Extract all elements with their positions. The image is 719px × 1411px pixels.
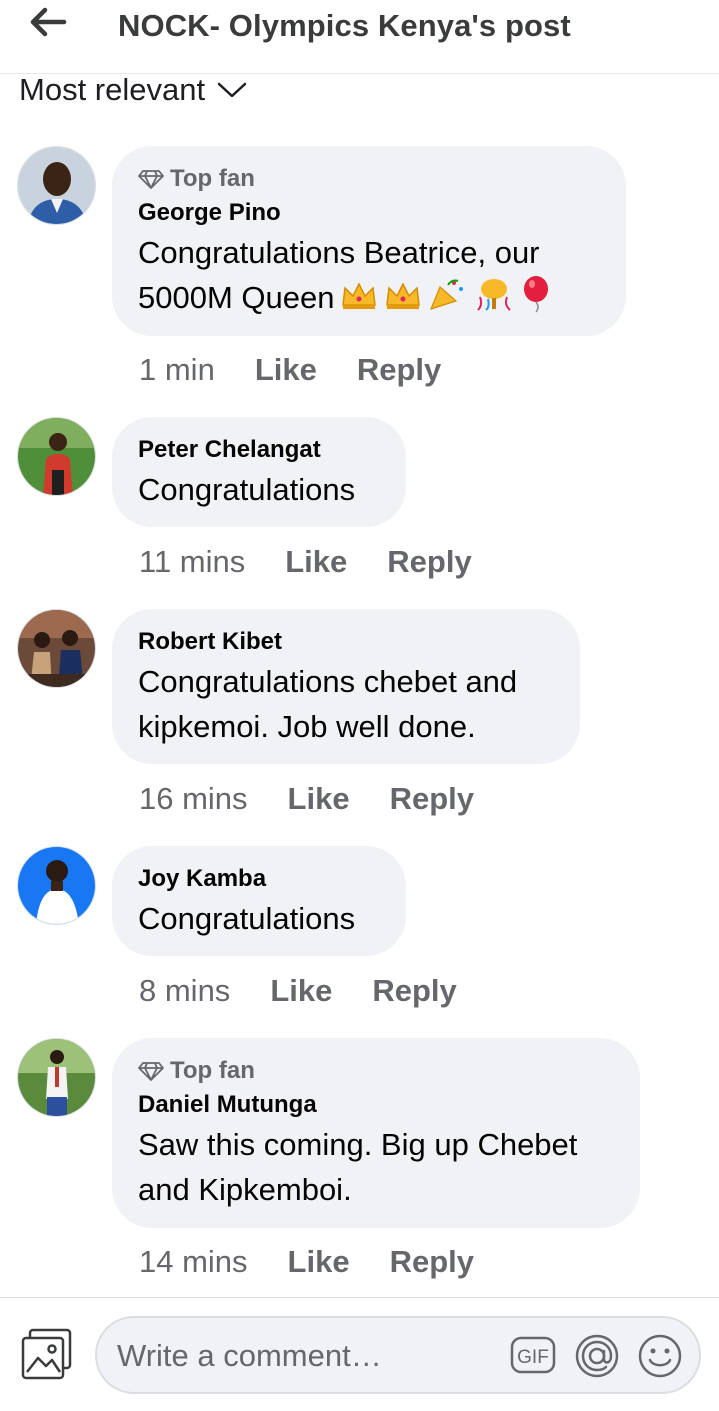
emoji-icon <box>638 1334 682 1378</box>
comment-bubble[interactable]: Robert Kibet Congratulations chebet and … <box>112 609 580 764</box>
comment-bubble[interactable]: Top fan Daniel Mutunga Saw this coming. … <box>112 1038 640 1228</box>
comment-text-line-2: 5000M Queen <box>138 275 600 325</box>
avatar[interactable] <box>17 1038 96 1117</box>
comment-time: 1 min <box>139 352 215 387</box>
like-button[interactable]: Like <box>285 542 347 582</box>
diamond-icon <box>138 1061 164 1081</box>
avatar[interactable] <box>17 417 96 496</box>
comment-author[interactable]: Robert Kibet <box>138 625 554 659</box>
top-bar: NOCK- Olympics Kenya's post <box>0 0 719 74</box>
emoji-button[interactable] <box>637 1333 683 1379</box>
comment-actions: 1 min Like Reply <box>139 350 441 390</box>
comment-author[interactable]: Peter Chelangat <box>138 433 380 467</box>
comment-actions: 16 mins Like Reply <box>139 779 474 819</box>
arrow-left-icon <box>30 7 67 37</box>
photo-icon <box>21 1328 72 1380</box>
comment-author[interactable]: Daniel Mutunga <box>138 1088 614 1122</box>
comment-input-placeholder: Write a comment… <box>117 1338 382 1373</box>
mention-icon <box>575 1334 619 1378</box>
reply-button[interactable]: Reply <box>390 1242 474 1282</box>
gif-button[interactable]: GIF <box>510 1335 556 1375</box>
party-popper-icon <box>428 277 468 323</box>
photo-button[interactable] <box>20 1328 74 1382</box>
comment-actions: 11 mins Like Reply <box>139 542 472 582</box>
diamond-icon <box>138 169 164 189</box>
comment-text-line: and Kipkemboi. <box>138 1172 352 1207</box>
comment-time: 8 mins <box>139 973 231 1008</box>
reply-button[interactable]: Reply <box>372 971 456 1011</box>
like-button[interactable]: Like <box>255 350 317 390</box>
like-button[interactable]: Like <box>288 1242 350 1282</box>
comment-text-line: Congratulations Beatrice, our <box>138 235 540 270</box>
balloon-icon <box>520 275 554 325</box>
gif-label: GIF <box>517 1347 549 1368</box>
comment-actions: 8 mins Like Reply <box>139 971 457 1011</box>
comment-text-line: Saw this coming. Big up Chebet <box>138 1127 578 1162</box>
avatar[interactable] <box>17 146 96 225</box>
comment-bubble[interactable]: Peter Chelangat Congratulations <box>112 417 406 527</box>
reply-button[interactable]: Reply <box>390 779 474 819</box>
comment-actions: 14 mins Like Reply <box>139 1242 474 1282</box>
top-fan-label: Top fan <box>170 165 255 192</box>
top-fan-badge: Top fan <box>138 1054 614 1088</box>
like-button[interactable]: Like <box>288 779 350 819</box>
page-title: NOCK- Olympics Kenya's post <box>118 8 571 43</box>
chevron-down-icon <box>217 80 247 100</box>
comment-text: Congratulations <box>138 901 356 936</box>
reply-button[interactable]: Reply <box>387 542 471 582</box>
top-fan-badge: Top fan <box>138 162 600 196</box>
crown-icon <box>384 278 422 323</box>
sort-label: Most relevant <box>19 72 206 107</box>
comment-text: 5000M Queen <box>138 280 335 316</box>
comment-bubble[interactable]: Top fan George Pino Congratulations Beat… <box>112 146 626 336</box>
avatar[interactable] <box>17 846 96 925</box>
comment-composer: Write a comment… GIF <box>0 1297 719 1411</box>
top-fan-label: Top fan <box>170 1057 255 1084</box>
comment-text: Congratulations <box>138 472 356 507</box>
comment-input[interactable]: Write a comment… GIF <box>95 1316 701 1394</box>
comment-text-line: kipkemoi. Job well done. <box>138 709 476 744</box>
gif-icon: GIF <box>510 1336 556 1374</box>
comment-text-line: Congratulations chebet and <box>138 664 518 699</box>
sort-dropdown[interactable]: Most relevant <box>19 70 247 110</box>
comment-time: 14 mins <box>139 1244 248 1279</box>
crown-icon <box>340 278 378 323</box>
comment-author[interactable]: George Pino <box>138 196 600 230</box>
like-button[interactable]: Like <box>270 971 332 1011</box>
comment-time: 11 mins <box>139 544 246 579</box>
reply-button[interactable]: Reply <box>357 350 441 390</box>
avatar[interactable] <box>17 609 96 688</box>
back-button[interactable] <box>26 4 70 40</box>
mention-button[interactable] <box>574 1333 620 1379</box>
confetti-icon <box>474 277 514 323</box>
comment-author[interactable]: Joy Kamba <box>138 862 380 896</box>
comment-time: 16 mins <box>139 781 248 816</box>
comment-bubble[interactable]: Joy Kamba Congratulations <box>112 846 406 956</box>
